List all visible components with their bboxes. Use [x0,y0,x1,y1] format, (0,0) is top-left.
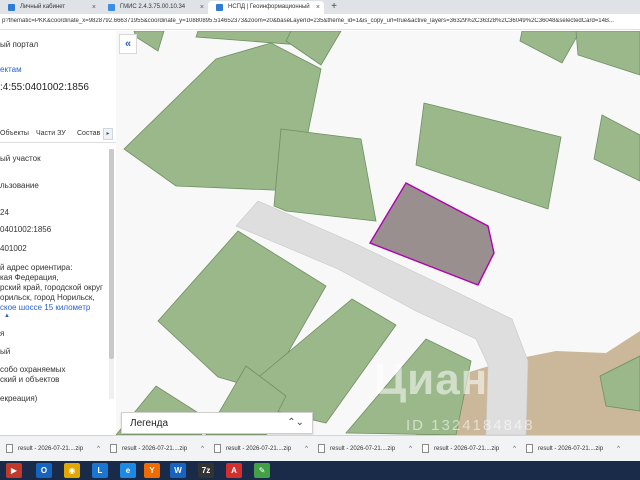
tab-label: Личный кабинет [20,4,66,10]
chrome-icon[interactable]: ◉ [64,463,80,478]
download-item[interactable]: result - 2026-07-21....zip ^ [110,441,210,457]
collapse-panel-button[interactable]: « [119,34,137,54]
tab-nspd[interactable]: НСПД | Геоинформационный × [208,1,324,14]
map-view[interactable]: Циан ID 1324184848 « Легенда ⌃⌄ [116,31,640,435]
paint-icon[interactable]: ✎ [254,463,270,478]
acrobat-icon-glyph: A [231,466,237,475]
info-line: собо охраняемых [0,365,66,374]
legend-label: Легенда [130,418,169,429]
chevron-up-icon[interactable]: ^ [617,441,620,457]
info-line: льзование [0,181,39,190]
chevron-up-icon[interactable]: ^ [201,441,204,457]
chevron-up-icon[interactable]: ^ [409,441,412,457]
tab-personal-cabinet[interactable]: Личный кабинет × [0,1,100,14]
back-to-objects-link[interactable]: ектам [0,65,22,74]
paint-icon-glyph: ✎ [258,466,266,475]
new-tab-button[interactable]: + [328,1,340,13]
downloads-bar: result - 2026-07-21....zip ^ result - 20… [0,435,640,461]
download-filename: result - 2026-07-21....zip [538,446,604,452]
ie-icon[interactable]: e [120,463,136,478]
tab-label: ГМИС 2.4.3.75.00.10.34 [120,4,186,10]
lync-icon-glyph: L [97,466,103,475]
lync-icon[interactable]: L [92,463,108,478]
chevron-up-icon[interactable]: ^ [513,441,516,457]
chevron-up-icon[interactable]: ^ [97,441,100,457]
download-filename: result - 2026-07-21....zip [122,446,188,452]
collapse-address-icon[interactable]: ▲ [4,313,10,319]
subtab-scroll-right-icon[interactable]: ▸ [103,128,113,140]
start-icon[interactable]: ▶ [6,463,22,478]
download-item[interactable]: result - 2026-07-21....zip ^ [6,441,106,457]
info-line: 24 [0,208,9,217]
info-line: рский край, городской округ [0,283,103,292]
7zip-icon[interactable]: 7z [198,463,214,478]
portal-label: ый портал [0,40,39,49]
info-line: й адрес ориентира: [0,263,73,272]
download-filename: result - 2026-07-21....zip [330,446,396,452]
start-icon-glyph: ▶ [10,466,18,475]
zip-file-icon [214,443,221,453]
info-line: я [0,329,5,338]
close-tab-icon[interactable]: × [92,1,96,14]
panel-subtabs: Объекты Части ЗУ Состав ▸ [0,125,116,143]
word-icon[interactable]: W [170,463,186,478]
site-favicon-icon [216,4,223,11]
yandex-icon[interactable]: Y [144,463,160,478]
url-text[interactable]: p?thematic=PKK&coordinate_x=9828792.6663… [2,18,638,24]
close-tab-icon[interactable]: × [316,1,320,14]
legend-dropdown[interactable]: Легенда ⌃⌄ [121,412,313,434]
tab-label: НСПД | Геоинформационный [228,4,310,10]
download-filename: result - 2026-07-21....zip [18,446,84,452]
close-tab-icon[interactable]: × [200,1,204,14]
info-line: 0401002:1856 [0,225,52,234]
outlook-icon[interactable]: O [36,463,52,478]
download-item[interactable]: result - 2026-07-21....zip ^ [214,441,314,457]
zip-file-icon [6,443,13,453]
cadastral-number: :4:55:0401002:1856 [0,82,89,93]
info-line: екреация) [0,394,38,403]
chevron-updown-icon: ⌃⌄ [287,417,304,428]
zip-file-icon [422,443,429,453]
ie-icon-glyph: e [125,466,131,475]
chevron-up-icon[interactable]: ^ [305,441,308,457]
os-taskbar: ▶ O ◉ Le Y W 7z A ✎ [0,461,640,480]
download-filename: result - 2026-07-21....zip [226,446,292,452]
panel-scrollbar-thumb[interactable] [109,149,114,359]
7zip-icon-glyph: 7z [201,466,211,475]
land-parcel[interactable] [273,128,377,222]
yandex-icon-glyph: Y [149,466,155,475]
info-line: ский и объектов [0,375,60,384]
tab-gmis[interactable]: ГМИС 2.4.3.75.00.10.34 × [100,1,208,14]
subtab-composition[interactable]: Состав [77,130,100,137]
address-bar[interactable]: p?thematic=PKK&coordinate_x=9828792.6663… [0,14,640,30]
info-line: ское шоссе 15 километр [0,303,91,312]
panel-scrollbar[interactable] [109,149,114,399]
subtab-parts[interactable]: Части ЗУ [36,130,66,137]
outlook-icon-glyph: O [40,466,48,475]
info-line: орильск, город Норильск, [0,293,95,302]
info-line: ый [0,347,11,356]
subtab-objects[interactable]: Объекты [0,130,29,137]
info-line: ый участок [0,154,41,163]
info-line: 401002 [0,244,27,253]
download-filename: result - 2026-07-21....zip [434,446,500,452]
download-item[interactable]: result - 2026-07-21....zip ^ [526,441,626,457]
word-icon-glyph: W [174,466,182,475]
download-item[interactable]: result - 2026-07-21....zip ^ [422,441,522,457]
info-line: кая Федерация, [0,273,59,282]
zip-file-icon [318,443,325,453]
zip-file-icon [110,443,117,453]
zip-file-icon [526,443,533,453]
acrobat-icon[interactable]: A [226,463,242,478]
info-panel: ый портал ектам :4:55:0401002:1856 Объек… [0,31,116,435]
watermark-id: ID 1324184848 [406,417,535,434]
watermark-text: Циан [374,355,489,404]
site-favicon-icon [108,4,115,11]
site-favicon-icon [8,4,15,11]
download-item[interactable]: result - 2026-07-21....zip ^ [318,441,418,457]
browser-tab-bar: Личный кабинет × ГМИС 2.4.3.75.00.10.34 … [0,0,640,14]
chrome-icon-glyph: ◉ [68,466,76,475]
